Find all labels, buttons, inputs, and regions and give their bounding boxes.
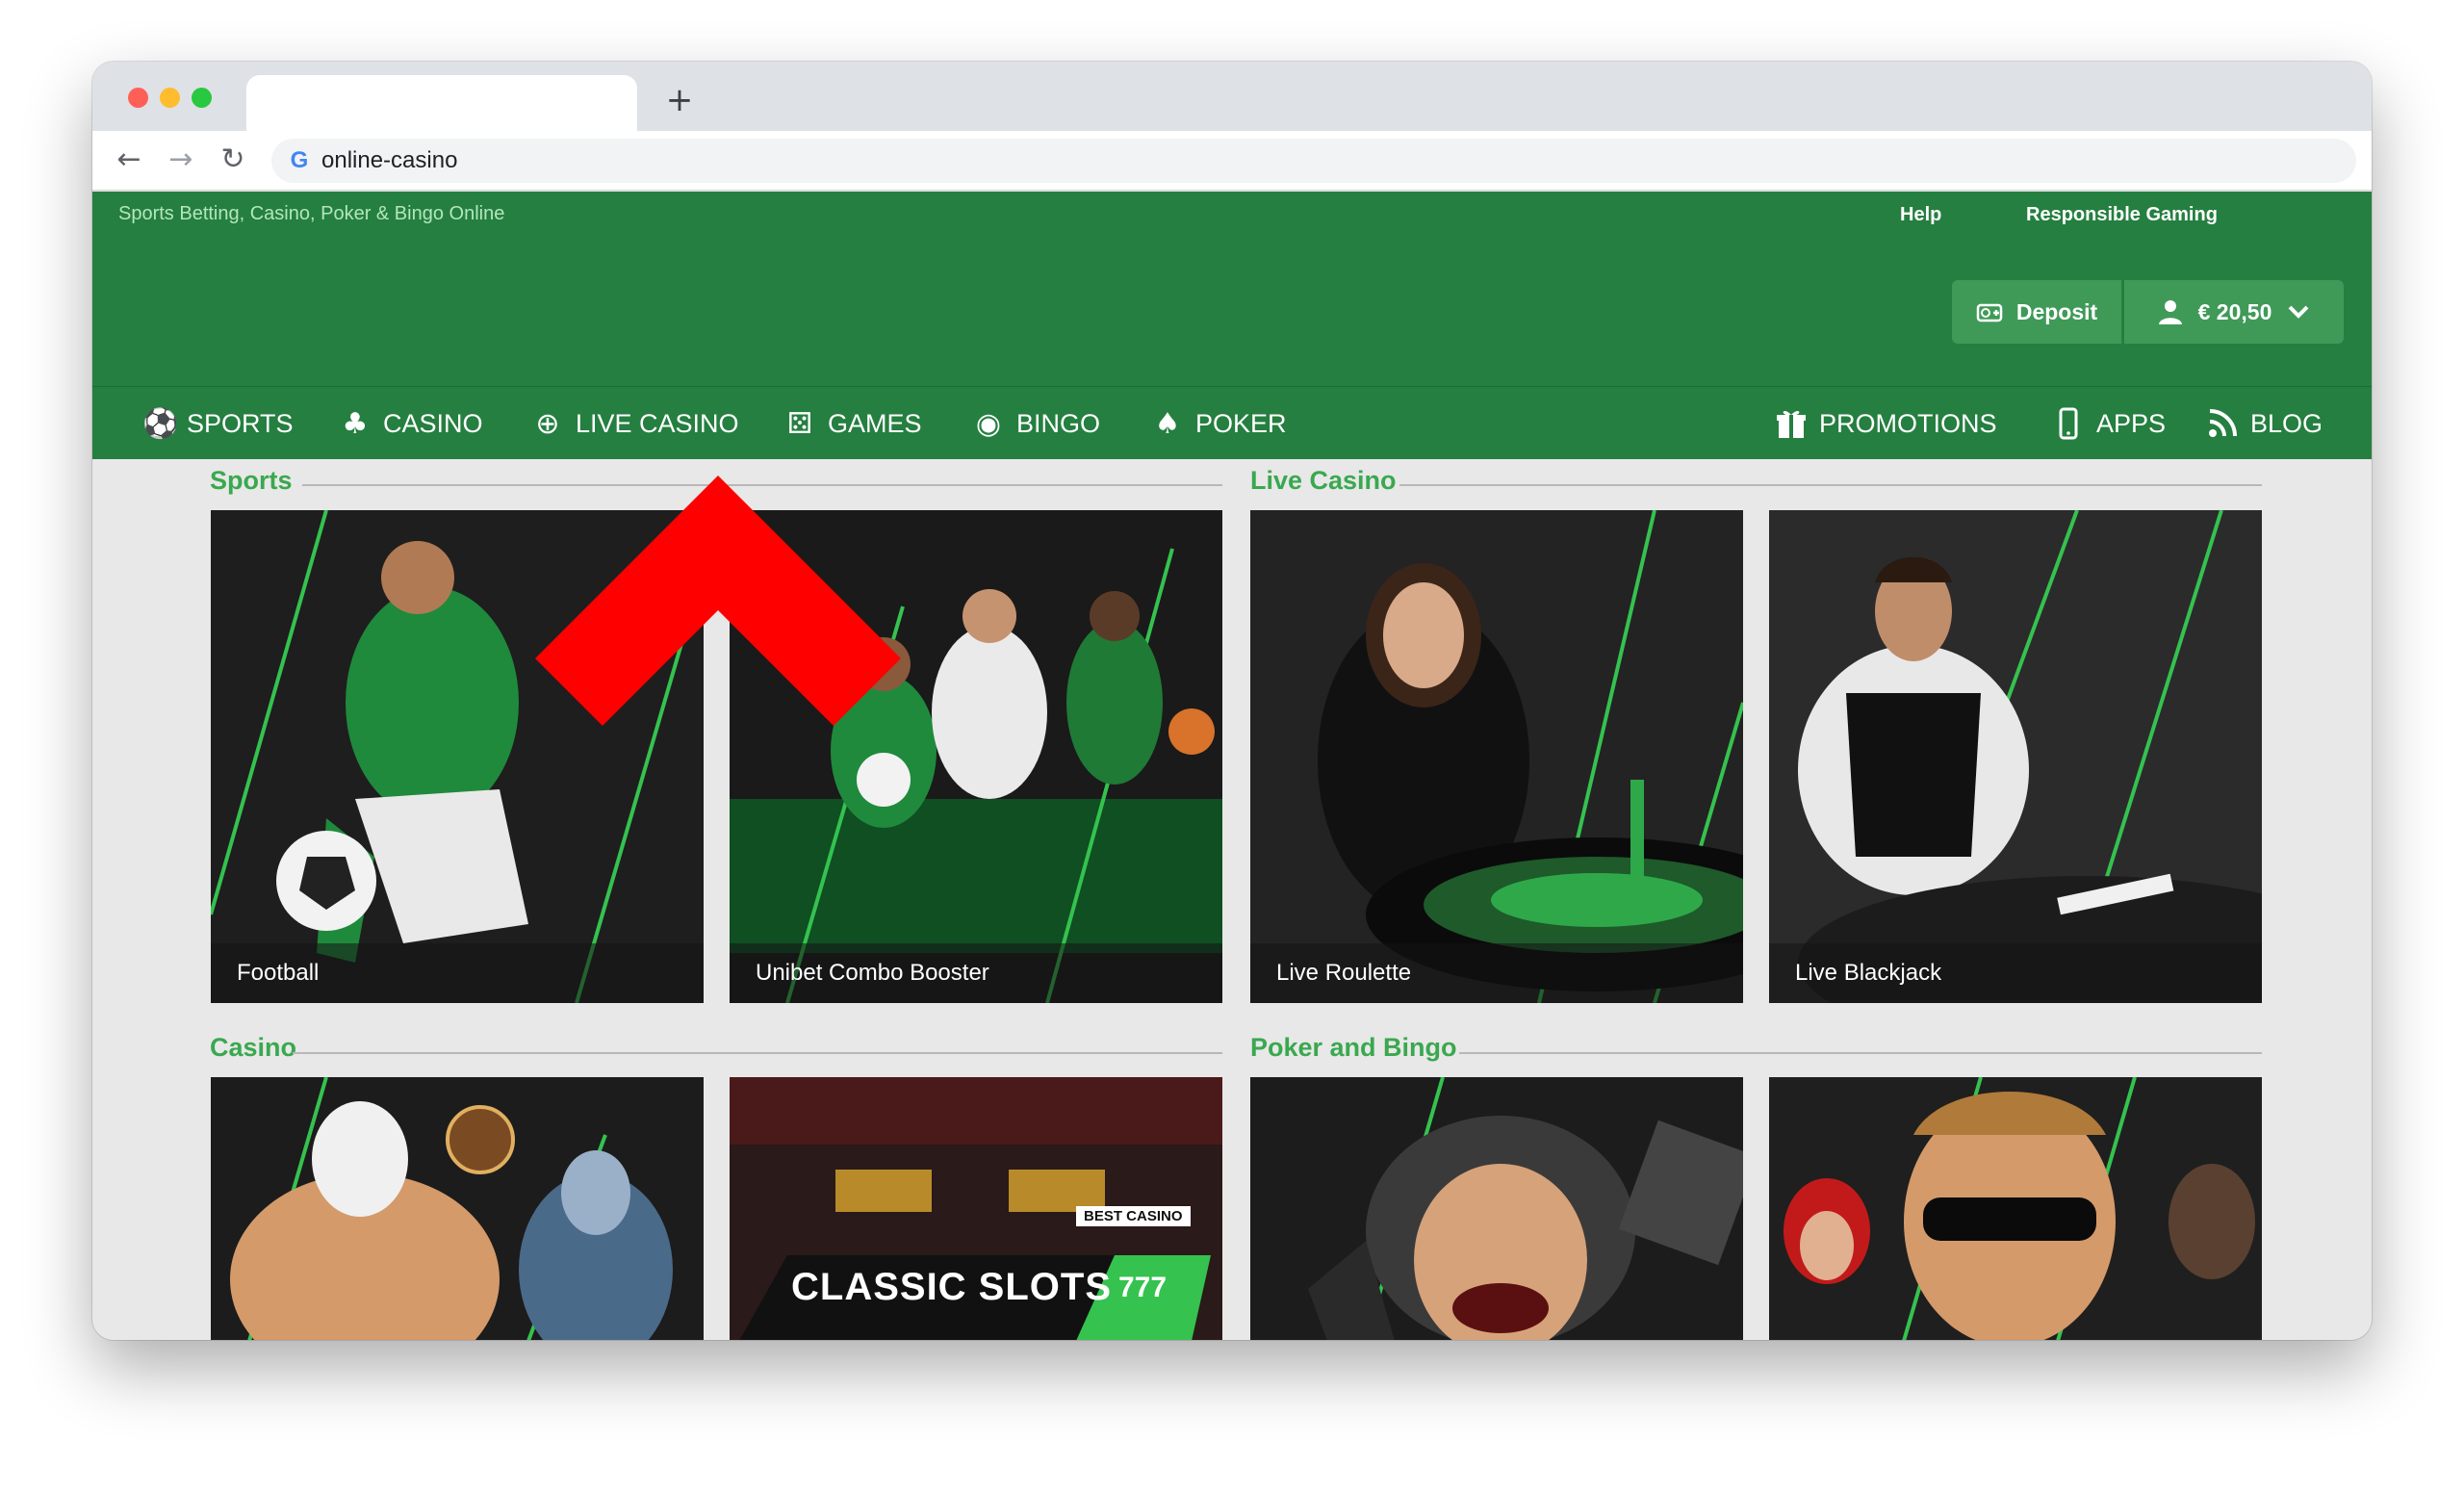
card-classic-slots[interactable]: BEST CASINO CLASSIC SLOTS 777 [730, 1077, 1222, 1340]
balance-amount: € 20,50 [2197, 298, 2272, 324]
close-window-button[interactable] [128, 88, 148, 108]
reload-icon[interactable]: ↻ [214, 141, 252, 179]
nav-item-games[interactable]: ⚄ GAMES [783, 387, 922, 460]
account-balance-button[interactable]: € 20,50 [2124, 280, 2344, 344]
slots-777-symbol: 777 [1118, 1272, 1168, 1303]
help-link[interactable]: Help [1900, 204, 1941, 226]
deposit-label: Deposit [2015, 298, 2098, 324]
nav-item-bingo[interactable]: ◉ BINGO [972, 387, 1100, 460]
rss-icon [2209, 409, 2237, 437]
minimize-window-button[interactable] [160, 88, 180, 108]
card-bingo-character[interactable] [1769, 1077, 2262, 1340]
section-title-sports: Sports [210, 466, 293, 495]
dice-icon: ⚄ [786, 406, 813, 441]
nav-label: CASINO [383, 408, 483, 438]
section-title-casino: Casino [210, 1033, 297, 1062]
nav-item-live-casino[interactable]: ⊕ LIVE CASINO [531, 387, 739, 460]
poker-character-image [1250, 1077, 1743, 1340]
casino-chip-icon: ♣ [342, 406, 369, 441]
casino-gods-image [211, 1077, 704, 1340]
site-tagline: Sports Betting, Casino, Poker & Bingo On… [118, 203, 505, 224]
football-player-image [211, 510, 704, 1003]
browser-toolbar: ← → ↻ G online-casino [92, 131, 2372, 191]
deposit-button[interactable]: Deposit [1952, 280, 2121, 344]
nav-item-promotions[interactable]: PROMOTIONS [1775, 387, 1997, 460]
bingo-ball-icon: ◉ [975, 406, 1002, 441]
deposit-icon [1976, 303, 2003, 322]
phone-icon [2059, 407, 2078, 440]
section-divider [1459, 1052, 2262, 1054]
google-icon: G [290, 147, 309, 173]
nav-label: SPORTS [187, 408, 294, 438]
card-label: Live Roulette [1250, 943, 1743, 1003]
card-label: Football [211, 943, 704, 1003]
card-combo-booster[interactable]: Unibet Combo Booster [730, 510, 1222, 1003]
card-football[interactable]: Football [211, 510, 704, 1003]
gift-icon [1777, 410, 1806, 438]
classic-slots-banner: CLASSIC SLOTS [791, 1266, 1113, 1308]
section-divider [1399, 484, 2262, 486]
nav-item-poker[interactable]: ♠ POKER [1151, 387, 1287, 460]
responsible-gaming-link[interactable]: Responsible Gaming [2026, 204, 2218, 226]
bingo-character-image [1769, 1077, 2262, 1340]
sports-ball-icon: ⚽ [142, 406, 179, 441]
main-navigation: ⚽ SPORTS ♣ CASINO ⊕ LIVE CASINO ⚄ GAMES … [92, 386, 2372, 459]
active-tab[interactable] [246, 75, 637, 131]
nav-label: POKER [1195, 408, 1287, 438]
zoom-window-button[interactable] [192, 88, 212, 108]
user-icon [2158, 300, 2182, 324]
url-text[interactable]: online-casino [321, 139, 457, 183]
browser-window: + ← → ↻ G online-casino Sports Betting, … [92, 62, 2372, 1340]
section-title-live-casino: Live Casino [1250, 466, 1397, 495]
live-casino-icon: ⊕ [535, 406, 560, 441]
nav-item-casino[interactable]: ♣ CASINO [339, 387, 483, 460]
chevron-down-icon [2288, 305, 2309, 319]
nav-item-sports[interactable]: ⚽ SPORTS [142, 387, 294, 460]
section-divider [293, 1052, 1222, 1054]
back-icon[interactable]: ← [110, 141, 148, 179]
nav-label: PROMOTIONS [1819, 408, 1997, 438]
nav-item-apps[interactable]: APPS [2052, 387, 2166, 460]
site-content: Sports Betting, Casino, Poker & Bingo On… [92, 192, 2372, 1340]
forward-icon[interactable]: → [162, 141, 200, 179]
card-live-roulette[interactable]: Live Roulette [1250, 510, 1743, 1003]
combo-booster-image [730, 510, 1222, 1003]
best-casino-badge: BEST CASINO [1076, 1206, 1191, 1226]
nav-label: BLOG [2250, 408, 2323, 438]
card-casino-gods[interactable] [211, 1077, 704, 1340]
card-label: Live Blackjack [1769, 943, 2262, 1003]
tab-strip: + [92, 62, 2372, 131]
new-tab-button[interactable]: + [660, 81, 699, 119]
live-blackjack-image [1769, 510, 2262, 1003]
nav-label: APPS [2096, 408, 2167, 438]
nav-label: GAMES [828, 408, 922, 438]
card-label: Unibet Combo Booster [730, 943, 1222, 1003]
address-bar[interactable]: G online-casino [271, 139, 2356, 183]
section-divider [302, 484, 1222, 486]
nav-label: BINGO [1016, 408, 1101, 438]
poker-card-icon: ♠ [1154, 406, 1181, 441]
section-title-poker-bingo: Poker and Bingo [1250, 1033, 1457, 1062]
nav-item-blog[interactable]: BLOG [2206, 387, 2323, 460]
live-roulette-image [1250, 510, 1743, 1003]
site-header: Sports Betting, Casino, Poker & Bingo On… [92, 192, 2372, 386]
card-poker-character[interactable] [1250, 1077, 1743, 1340]
nav-label: LIVE CASINO [576, 408, 739, 438]
card-live-blackjack[interactable]: Live Blackjack [1769, 510, 2262, 1003]
